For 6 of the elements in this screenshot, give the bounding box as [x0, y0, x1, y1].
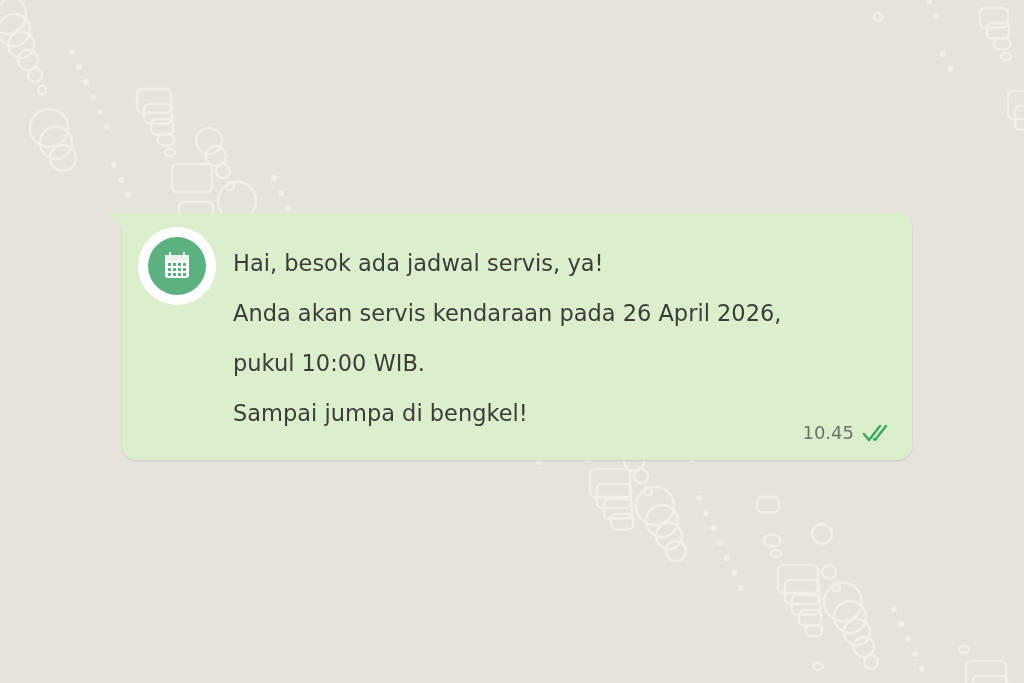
message-text: Hai, besok ada jadwal servis, ya! [233, 249, 604, 278]
calendar-icon [147, 236, 207, 296]
message-text: Sampai jumpa di bengkel! [233, 399, 528, 428]
message-text: pukul 10:00 WIB. [233, 349, 425, 378]
message-time: 10.45 [802, 422, 854, 443]
message-text: Anda akan servis kendaraan pada 26 April 2026, [233, 299, 782, 328]
